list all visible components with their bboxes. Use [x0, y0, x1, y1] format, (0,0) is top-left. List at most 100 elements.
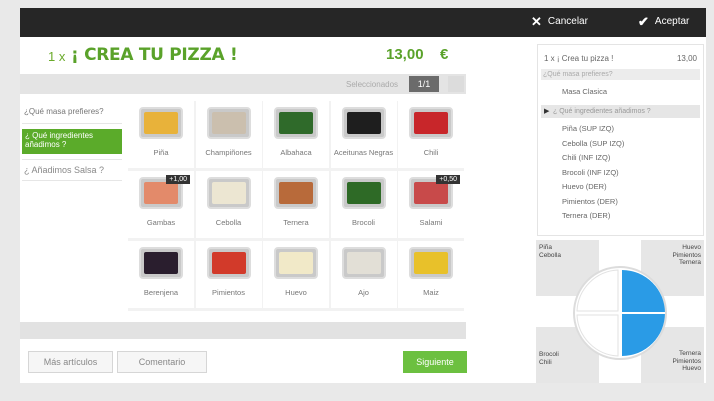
- ingredient-name: Ajo: [358, 288, 369, 297]
- ingredient-image-fill: [346, 182, 381, 204]
- ingredient-name: Huevo: [285, 288, 307, 297]
- summary-ingredient: Cebolla (SUP IZQ): [562, 138, 625, 148]
- bottom-strip: [20, 322, 466, 339]
- pizza-circle[interactable]: [573, 266, 667, 360]
- category-ingredientes[interactable]: ¿ Qué ingredientes añadimos ?: [22, 129, 122, 154]
- category-salsa[interactable]: ¿ Añadimos Salsa ?: [22, 163, 122, 177]
- accept-button[interactable]: ✔ Aceptar: [638, 15, 689, 28]
- ingredient-image: [274, 177, 318, 209]
- pizza-label: Huevo: [682, 244, 701, 251]
- comment-button[interactable]: Comentario: [117, 351, 207, 373]
- ingredient-tile[interactable]: Aceitunas Negras: [330, 101, 397, 168]
- summary-question-ingredientes[interactable]: ▶ ¿ Qué ingredientes añadimos ?: [541, 105, 700, 118]
- summary-question-ingredientes-label: ¿ Qué ingredientes añadimos ?: [553, 108, 651, 115]
- summary-ingredient: Huevo (DER): [562, 182, 607, 191]
- pizza-label: Huevo: [682, 365, 701, 372]
- selection-bar: Seleccionados 1/1: [20, 74, 466, 94]
- more-articles-button[interactable]: Más artículos: [28, 351, 113, 373]
- ingredient-tile[interactable]: Chili: [398, 101, 464, 168]
- ingredient-image-fill: [346, 252, 381, 274]
- pizza-label: Piña: [539, 244, 553, 251]
- summary-ingredient: Piña (SUP IZQ): [562, 124, 614, 133]
- category-divider: [22, 123, 122, 124]
- check-icon: ✔: [638, 14, 649, 29]
- ingredient-name: Champiñones: [205, 148, 252, 157]
- ingredient-tile[interactable]: Ajo: [330, 241, 397, 308]
- product-currency: €: [440, 46, 449, 63]
- summary-masa: Masa Clasica: [562, 87, 608, 96]
- ingredient-image: [206, 247, 251, 279]
- ingredient-image-fill: [414, 182, 448, 204]
- ingredient-image-fill: [279, 112, 313, 134]
- pizza-label: Pimientos: [672, 251, 701, 259]
- ingredient-image: [206, 107, 251, 139]
- ingredient-image-fill: [414, 252, 448, 274]
- ingredient-image: [409, 107, 453, 139]
- summary-question-masa[interactable]: ¿Qué masa prefieres?: [541, 69, 700, 80]
- summary-ingredient: Chili (INF IZQ): [562, 153, 611, 162]
- cancel-label: Cancelar: [547, 16, 588, 27]
- ingredient-tile[interactable]: Maiz: [398, 241, 464, 308]
- ingredient-tile[interactable]: Berenjena: [128, 241, 194, 308]
- pizza-diagram: Piña Cebolla Huevo Pimientos Ternera Bro…: [536, 240, 704, 383]
- ingredient-image: [341, 107, 386, 139]
- ingredient-name: Albahaca: [280, 148, 312, 157]
- price-badge: +0,50: [436, 175, 460, 184]
- ingredient-tile[interactable]: Gambas +1,00: [128, 171, 194, 238]
- price-badge: +1,00: [166, 175, 190, 184]
- pizza-bottom-left-slice[interactable]: [576, 314, 619, 357]
- ingredient-name: Berenjena: [143, 288, 179, 297]
- ingredient-image-fill: [279, 182, 313, 204]
- ingredient-tile[interactable]: Salami +0,50: [398, 171, 464, 238]
- summary-price: 13,00: [676, 54, 697, 63]
- summary-ingredient: Brocoli (INF IZQ): [562, 167, 619, 177]
- caret-right-icon: ▶: [544, 108, 550, 115]
- ingredient-image-fill: [211, 252, 246, 274]
- top-bar: ✕ Cancelar ✔ Aceptar: [20, 8, 706, 37]
- ingredient-image-fill: [279, 252, 313, 274]
- ingredient-tile[interactable]: Albahaca: [263, 101, 329, 168]
- order-summary: 1 x ¡ Crea tu pizza ! 13,00 ¿Qué masa pr…: [537, 44, 704, 236]
- selected-count: 1/1: [409, 76, 439, 92]
- next-button[interactable]: Siguiente: [403, 351, 467, 373]
- ingredient-image-fill: [414, 112, 448, 134]
- product-title: ¡ CREA TU PIZZA !: [71, 45, 238, 65]
- ingredient-image: [341, 247, 386, 279]
- ingredient-image-fill: [144, 182, 178, 204]
- main-panel: 1 x ¡ CREA TU PIZZA ! 13,00 € Selecciona…: [20, 37, 706, 383]
- cancel-button[interactable]: ✕ Cancelar: [531, 15, 588, 28]
- ingredient-image-fill: [144, 252, 178, 274]
- ingredient-name: Maiz: [423, 288, 439, 297]
- ingredient-image: [274, 247, 318, 279]
- ingredient-name: Piña: [153, 148, 169, 157]
- pizza-top-left-slice[interactable]: [576, 269, 619, 312]
- product-header: 1 x ¡ CREA TU PIZZA ! 13,00 €: [20, 37, 530, 74]
- ingredient-name: Chili: [423, 148, 439, 157]
- category-divider: [22, 180, 122, 181]
- ingredient-tile[interactable]: Brocoli: [330, 171, 397, 238]
- summary-ingredient: Ternera (DER): [562, 211, 611, 220]
- ingredient-image: [206, 177, 251, 209]
- category-masa[interactable]: ¿Qué masa prefieres?: [22, 105, 122, 118]
- selection-extra-box[interactable]: [448, 76, 464, 92]
- ingredient-tile[interactable]: Piña: [128, 101, 194, 168]
- product-price: 13,00: [386, 46, 424, 63]
- ingredient-name: Gambas: [146, 218, 176, 227]
- ingredient-tile[interactable]: Huevo: [263, 241, 329, 308]
- product-quantity: 1 x: [48, 49, 66, 64]
- ingredient-image: [139, 247, 183, 279]
- summary-ingredient: Pimientos (DER): [562, 196, 618, 206]
- ingredient-image-fill: [211, 182, 246, 204]
- ingredient-image-fill: [211, 112, 246, 134]
- ingredient-tile[interactable]: Pimientos: [195, 241, 262, 308]
- ingredient-name: Aceitunas Negras: [333, 148, 394, 157]
- summary-product: 1 x ¡ Crea tu pizza !: [544, 54, 614, 63]
- accept-label: Aceptar: [654, 16, 690, 27]
- ingredient-name: Salami: [419, 218, 443, 227]
- ingredient-tile[interactable]: Cebolla: [195, 171, 262, 238]
- ingredient-tile[interactable]: Ternera: [263, 171, 329, 238]
- ingredient-image: [409, 247, 453, 279]
- ingredient-tile[interactable]: Champiñones: [195, 101, 262, 168]
- ingredient-image: [341, 177, 386, 209]
- ingredient-image: [274, 107, 318, 139]
